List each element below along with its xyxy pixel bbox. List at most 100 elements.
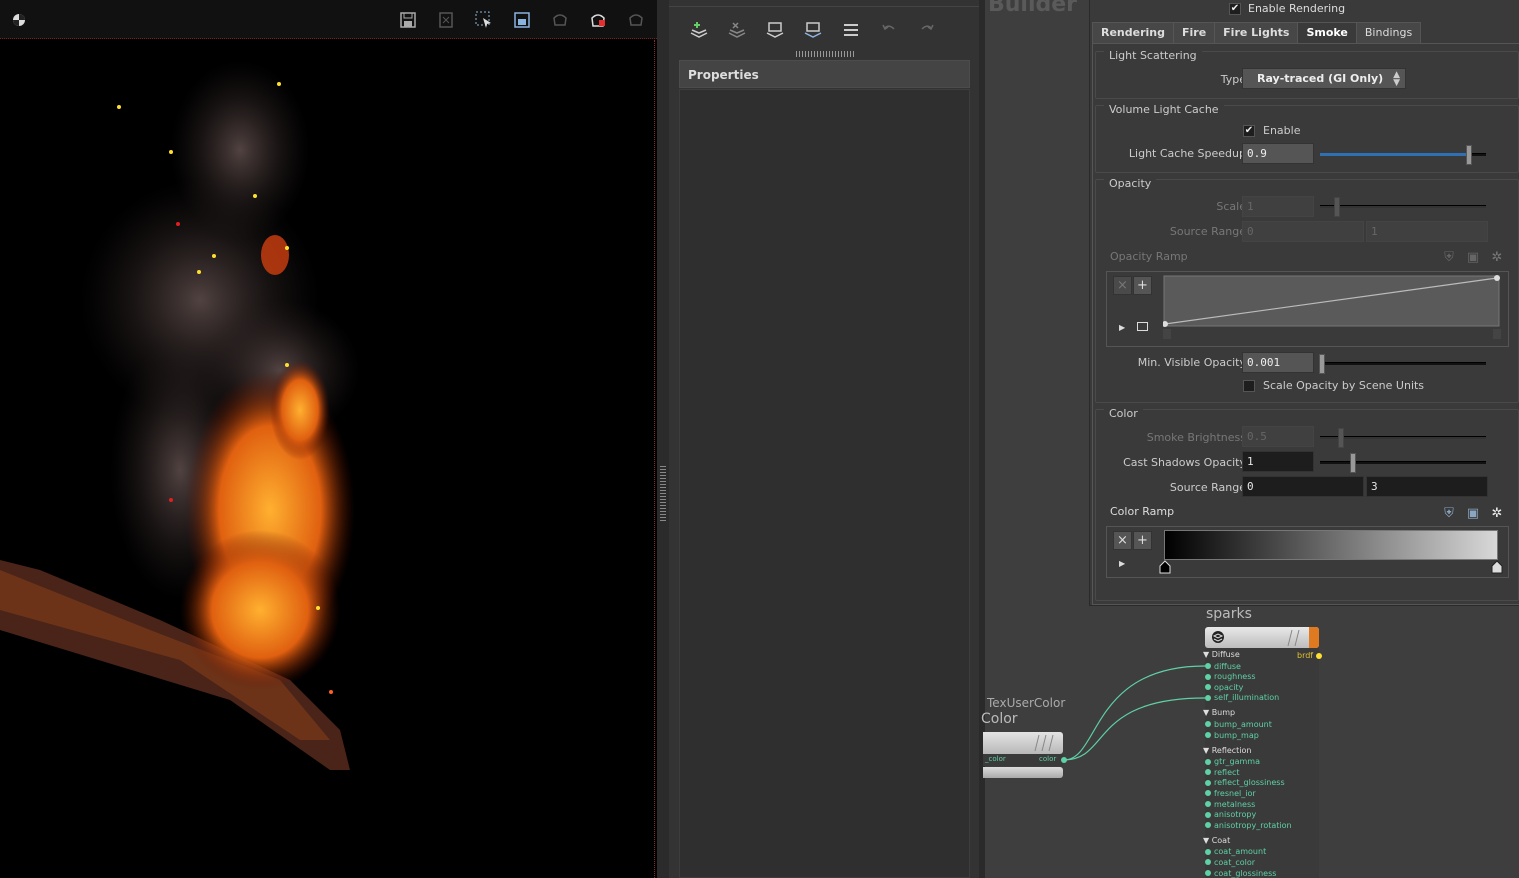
light-cache-speedup-field[interactable]: 0.9 xyxy=(1242,143,1314,164)
opacity-source-max-field[interactable]: 1 xyxy=(1366,221,1488,242)
port-metalness[interactable]: metalness xyxy=(1205,799,1255,809)
color-ramp-expand-icon[interactable]: ▶ xyxy=(1119,559,1125,568)
port-coat-glossiness[interactable]: coat_glossiness xyxy=(1205,868,1276,878)
port-reflect[interactable]: reflect xyxy=(1205,767,1240,777)
color-source-min-field[interactable]: 0 xyxy=(1242,476,1364,497)
smoke-brightness-field[interactable]: 0.5 xyxy=(1242,426,1314,447)
render-icon[interactable] xyxy=(586,9,610,31)
ramp-expand-icon[interactable]: ▶ xyxy=(1119,323,1125,332)
param-tabs: Rendering Fire Fire Lights Smoke Binding… xyxy=(1092,22,1422,43)
port-section-bump[interactable]: ▼ Bump xyxy=(1203,708,1235,717)
port-coat-color[interactable]: coat_color xyxy=(1205,857,1255,867)
color-ramp-save-icon[interactable]: ▣ xyxy=(1465,506,1481,522)
volume-light-cache-title: Volume Light Cache xyxy=(1104,103,1224,116)
node-wires xyxy=(1063,665,1206,761)
color-ramp-add-button[interactable]: + xyxy=(1133,531,1152,550)
tex-node-footer xyxy=(983,767,1063,778)
scale-opacity-units-checkbox[interactable] xyxy=(1243,380,1255,392)
tex-port-in[interactable]: _color xyxy=(985,755,1006,763)
sparks-node-body[interactable] xyxy=(1205,627,1319,648)
port-coat-amount[interactable]: coat_amount xyxy=(1205,847,1266,857)
redo-icon[interactable] xyxy=(915,19,939,41)
tex-port-out[interactable]: color xyxy=(1039,755,1056,763)
tab-rendering[interactable]: Rendering xyxy=(1092,22,1174,43)
color-ramp-preset-icon[interactable]: ⛨ xyxy=(1441,506,1457,522)
undo-icon[interactable] xyxy=(877,19,901,41)
ramp-save-icon[interactable]: ▣ xyxy=(1465,250,1481,266)
enable-rendering-checkbox[interactable]: ✔ xyxy=(1229,3,1241,15)
ramp-add-button[interactable]: + xyxy=(1133,276,1152,295)
cast-shadows-opacity-slider[interactable] xyxy=(1320,453,1486,473)
fire-render-image xyxy=(0,40,655,878)
select-icon[interactable] xyxy=(472,9,496,31)
color-source-max-field[interactable]: 3 xyxy=(1366,476,1488,497)
layers-toolbar xyxy=(669,6,979,52)
ramp-fit-icon[interactable] xyxy=(1137,322,1148,331)
scale-field[interactable]: 1 xyxy=(1242,196,1314,217)
min-visible-opacity-label: Min. Visible Opacity xyxy=(1137,356,1246,369)
cast-shadows-opacity-label: Cast Shadows Opacity xyxy=(1123,456,1246,469)
tab-smoke[interactable]: Smoke xyxy=(1297,22,1357,43)
list-icon[interactable] xyxy=(839,19,863,41)
port-bump-map[interactable]: bump_map xyxy=(1205,730,1259,740)
layers-panel: Properties xyxy=(669,0,979,878)
port-roughness[interactable]: roughness xyxy=(1205,672,1256,682)
opacity-source-min-field[interactable]: 0 xyxy=(1242,221,1364,242)
ramp-gear-icon[interactable]: ✲ xyxy=(1489,250,1505,266)
port-section-reflection[interactable]: ▼ Reflection xyxy=(1203,746,1252,755)
port-fresnel-ior[interactable]: fresnel_ior xyxy=(1205,788,1256,798)
ramp-preset-icon[interactable]: ⛨ xyxy=(1441,250,1457,266)
port-section-diffuse[interactable]: ▼ Diffuse xyxy=(1203,650,1240,659)
color-ramp-keys xyxy=(1159,560,1503,574)
tex-node-ports: _color color xyxy=(983,754,1063,766)
import-icon[interactable] xyxy=(763,19,787,41)
opacity-group: Opacity Scale 1 Source Range 0 1 Opacity… xyxy=(1095,177,1519,403)
light-cache-speedup-slider[interactable] xyxy=(1320,145,1486,165)
add-layer-icon[interactable] xyxy=(687,19,711,41)
remove-layer-icon[interactable] xyxy=(725,19,749,41)
palette-icon[interactable] xyxy=(7,9,31,31)
port-section-coat[interactable]: ▼ Coat xyxy=(1203,836,1230,845)
render-viewport[interactable] xyxy=(0,0,657,878)
ramp-delete-button[interactable]: × xyxy=(1113,276,1132,295)
export-layer-icon[interactable] xyxy=(801,19,825,41)
render-region-icon[interactable] xyxy=(548,9,572,31)
scale-slider[interactable] xyxy=(1320,197,1486,217)
port-reflect-glossiness[interactable]: reflect_glossiness xyxy=(1205,778,1285,788)
color-ramp-delete-button[interactable]: × xyxy=(1113,531,1132,550)
ipr-icon[interactable] xyxy=(624,9,648,31)
light-cache-enable-label: Enable xyxy=(1263,124,1301,137)
save-icon[interactable] xyxy=(396,9,420,31)
viewport-toolbar xyxy=(0,0,657,39)
port-gtr-gamma[interactable]: gtr_gamma xyxy=(1205,757,1260,767)
export-icon[interactable] xyxy=(434,9,458,31)
frame-icon[interactable] xyxy=(510,9,534,31)
port-bump-amount[interactable]: bump_amount xyxy=(1205,719,1272,729)
color-group: Color Smoke Brightness 0.5 Cast Shadows … xyxy=(1095,407,1519,601)
type-dropdown[interactable]: Ray-traced (GI Only) ▲ ▼ xyxy=(1242,68,1406,89)
smoke-brightness-slider[interactable] xyxy=(1320,428,1486,448)
port-anisotropy-rotation[interactable]: anisotropy_rotation xyxy=(1205,820,1292,830)
port-self-illumination[interactable]: self_illumination xyxy=(1205,693,1279,703)
opacity-source-range-label: Source Range xyxy=(1169,225,1246,238)
opacity-ramp-editor[interactable]: × + ▶ xyxy=(1106,271,1509,347)
tex-node-body[interactable] xyxy=(983,732,1063,754)
color-ramp-editor[interactable]: × + ▶ xyxy=(1106,526,1509,578)
opacity-ramp-curve xyxy=(1163,275,1501,339)
type-label: Type xyxy=(1220,73,1246,86)
sparks-output-dot[interactable] xyxy=(1316,653,1322,659)
min-visible-opacity-slider[interactable] xyxy=(1319,354,1486,374)
toolbar-splitter[interactable] xyxy=(796,51,854,57)
tab-fire[interactable]: Fire xyxy=(1173,22,1216,43)
color-ramp-gear-icon[interactable]: ✲ xyxy=(1489,506,1505,522)
port-opacity[interactable]: opacity xyxy=(1205,682,1243,692)
color-title: Color xyxy=(1104,407,1143,420)
light-cache-enable-checkbox[interactable]: ✔ xyxy=(1243,125,1255,137)
pane-splitter[interactable] xyxy=(657,0,669,878)
min-visible-opacity-field[interactable]: 0.001 xyxy=(1242,352,1314,373)
port-diffuse[interactable]: diffuse xyxy=(1205,661,1241,671)
tab-bindings[interactable]: Bindings xyxy=(1355,22,1422,43)
port-anisotropy[interactable]: anisotropy xyxy=(1205,810,1256,820)
cast-shadows-opacity-field[interactable]: 1 xyxy=(1242,451,1314,472)
tab-fire-lights[interactable]: Fire Lights xyxy=(1214,22,1299,43)
